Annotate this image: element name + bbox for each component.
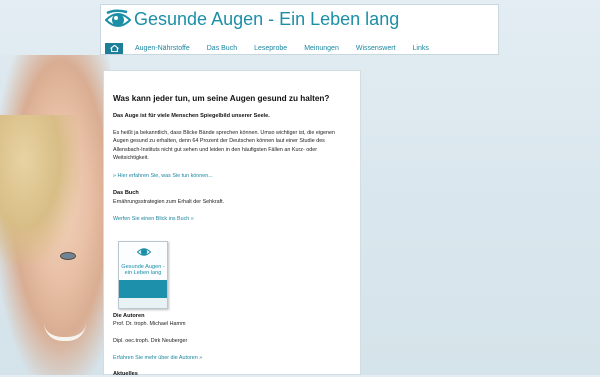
photo-hair <box>0 115 80 265</box>
book-description: Ernährungsstrategien zum Erhalt der Sehk… <box>113 199 225 205</box>
authors-label: Die Autoren <box>113 313 145 319</box>
section-label-cutoff: Aktuelles <box>113 371 138 377</box>
nav-item-links[interactable]: Links <box>413 45 429 52</box>
page-heading: Was kann jeder tun, um seine Augen gesun… <box>113 94 330 103</box>
book-cover-title: Gesunde Augen - ein Leben lang <box>121 264 165 276</box>
main-content: Was kann jeder tun, um seine Augen gesun… <box>103 70 361 377</box>
eye-logo-icon <box>137 248 151 256</box>
nav-item-augen-naehrstoffe[interactable]: Augen-Nährstoffe <box>135 45 190 52</box>
home-icon <box>109 45 119 52</box>
authors-link[interactable]: Erfahren Sie mehr über die Autoren » <box>113 355 202 361</box>
nav-item-leseprobe[interactable]: Leseprobe <box>254 45 287 52</box>
nav-item-meinungen[interactable]: Meinungen <box>304 45 339 52</box>
hero-photo <box>0 55 110 375</box>
site-title[interactable]: Gesunde Augen - Ein Leben lang <box>134 9 399 30</box>
main-nav: Augen-Nährstoffe Das Buch Leseprobe Mein… <box>105 43 429 54</box>
book-label: Das Buch <box>113 190 139 196</box>
intro-paragraph: Es heißt ja bekanntlich, dass Blicke Bän… <box>113 130 336 162</box>
more-info-link[interactable]: » Hier erfahren Sie, was Sie tun können.… <box>113 173 213 179</box>
nav-item-das-buch[interactable]: Das Buch <box>207 45 237 52</box>
book-cover-band <box>119 280 167 298</box>
photo-eye <box>60 252 76 260</box>
subheading: Das Auge ist für viele Menschen Spiegelb… <box>113 113 270 119</box>
author-name: Prof. Dr. troph. Michael Hamm <box>113 321 186 327</box>
eye-logo-icon[interactable] <box>105 9 131 31</box>
nav-home-button[interactable] <box>105 43 123 54</box>
book-cover-footer <box>119 298 167 308</box>
book-link[interactable]: Werfen Sie einen Blick ins Buch » <box>113 216 194 222</box>
site-header: Gesunde Augen - Ein Leben lang Augen-Näh… <box>100 4 499 55</box>
photo-smile <box>44 323 86 341</box>
nav-item-wissenswert[interactable]: Wissenswert <box>356 45 396 52</box>
author-name: Dipl. oec.troph. Dirk Neuberger <box>113 338 188 344</box>
book-cover[interactable]: Gesunde Augen - ein Leben lang <box>118 241 168 309</box>
